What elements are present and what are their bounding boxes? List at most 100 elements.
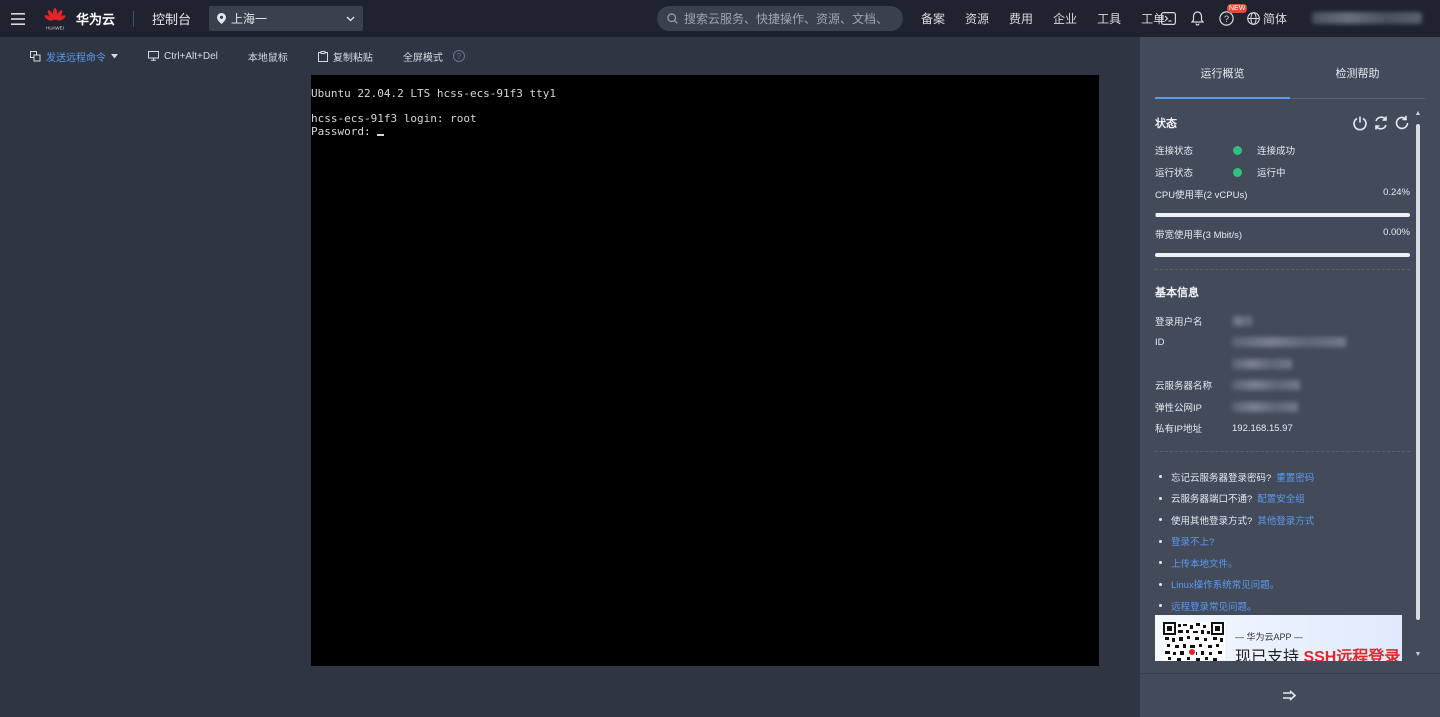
help-text: 使用其他登录方式?	[1171, 515, 1253, 527]
list-item: 使用其他登录方式? 其他登录方式	[1155, 509, 1410, 531]
local-mouse-button[interactable]: 本地鼠标	[248, 49, 288, 64]
header-divider	[133, 10, 135, 27]
banner-caption: — 华为云APP —	[1235, 632, 1303, 642]
top-icons: ? NEW 简体	[1160, 0, 1287, 37]
cloud-shell-icon[interactable]	[1160, 10, 1177, 27]
ctrl-alt-del-label: Ctrl+Alt+Del	[164, 50, 218, 62]
location-pin-icon	[217, 13, 227, 24]
instance-info-panel: 运行概览 检测帮助 ▲ ▼ 状态 连接状态 连接成功 运行状态 运行中 CPU使…	[1140, 37, 1440, 717]
linux-faq-link[interactable]: Linux操作系统常见问题。	[1171, 577, 1279, 591]
upload-file-link[interactable]: 上传本地文件。	[1171, 556, 1238, 570]
send-command-dropdown[interactable]: 发送远程命令	[30, 49, 118, 64]
tab-diagnostics[interactable]: 检测帮助	[1290, 55, 1425, 98]
terminal-line: hcss-ecs-91f3 login: root	[311, 112, 477, 125]
running-dot-icon	[1233, 167, 1242, 177]
eip-value-blurred	[1232, 401, 1298, 412]
console-link[interactable]: 控制台	[152, 9, 191, 28]
local-mouse-label: 本地鼠标	[247, 52, 288, 64]
cpu-usage-label: CPU使用率(2 vCPUs)	[1155, 190, 1248, 201]
cannot-login-link[interactable]: 登录不上?	[1171, 534, 1214, 548]
server-name-row: 云服务器名称	[1155, 375, 1410, 397]
list-item: 上传本地文件。	[1155, 552, 1410, 574]
account-name-blurred[interactable]	[1312, 12, 1422, 24]
panel-footer	[1140, 673, 1440, 717]
ctrl-alt-del-button[interactable]: Ctrl+Alt+Del	[148, 51, 218, 62]
nav-beian[interactable]: 备案	[921, 10, 945, 27]
connection-status-value: 连接成功	[1257, 146, 1296, 157]
vnc-toolbar: 发送远程命令 Ctrl+Alt+Del 本地鼠标 复制粘贴 全屏模式 ?	[0, 37, 1140, 75]
connected-dot-icon	[1233, 145, 1242, 155]
connection-status-row: 连接状态 连接成功	[1155, 139, 1410, 161]
brand-name: 华为云	[76, 12, 116, 27]
question-icon[interactable]: ?	[452, 50, 465, 62]
nav-tools[interactable]: 工具	[1097, 10, 1121, 27]
tab-overview[interactable]: 运行概览	[1155, 55, 1290, 99]
scroll-down-icon[interactable]: ▼	[1414, 651, 1422, 658]
qr-code-icon	[1163, 622, 1225, 661]
app-promo-banner[interactable]: — 华为云APP — 现已支持 SSH远程登录	[1155, 615, 1402, 661]
nav-enterprise[interactable]: 企业	[1053, 10, 1077, 27]
search-icon	[667, 13, 678, 24]
scroll-up-icon[interactable]: ▲	[1414, 110, 1422, 117]
region-selector[interactable]: 上海一	[209, 6, 364, 31]
bandwidth-usage-value: 0.00%	[1383, 227, 1410, 238]
fullscreen-button[interactable]: 全屏模式	[403, 49, 443, 64]
collapse-panel-icon[interactable]	[1283, 690, 1297, 701]
section-divider	[1155, 269, 1410, 270]
server-name-value-blurred	[1232, 380, 1300, 391]
terminal-cursor	[377, 133, 385, 136]
id-value-blurred-2	[1232, 358, 1292, 369]
language-switch[interactable]: 简体	[1247, 10, 1287, 27]
search-input[interactable]	[684, 11, 884, 26]
nav-resources[interactable]: 资源	[965, 10, 989, 27]
copy-paste-button[interactable]: 复制粘贴	[317, 49, 373, 64]
login-user-label: 登录用户名	[1155, 316, 1203, 328]
security-group-link[interactable]: 配置安全组	[1257, 491, 1305, 505]
panel-content: 状态 连接状态 连接成功 运行状态 运行中 CPU使用率(2 vCPUs) 0.…	[1155, 107, 1410, 617]
huawei-logo[interactable]: HUAWEI 华为云	[44, 7, 115, 31]
list-item: 忘记云服务器登录密码? 重置密码	[1155, 466, 1410, 488]
globe-icon	[1247, 12, 1260, 25]
fullscreen-label: 全屏模式	[402, 52, 443, 64]
run-status-value: 运行中	[1257, 168, 1286, 179]
private-ip-row: 私有IP地址 192.168.15.97	[1155, 418, 1410, 440]
panel-scrollbar[interactable]: ▲ ▼	[1414, 110, 1422, 658]
nav-billing[interactable]: 费用	[1009, 10, 1033, 27]
run-status-label: 运行状态	[1155, 168, 1194, 179]
banner-highlight: SSH远程登录	[1303, 649, 1401, 661]
id-value-blurred	[1232, 337, 1346, 348]
menu-icon[interactable]	[0, 0, 36, 37]
remote-login-faq-link[interactable]: 远程登录常见问题。	[1171, 599, 1257, 613]
list-item: 登录不上?	[1155, 531, 1410, 553]
private-ip-label: 私有IP地址	[1155, 424, 1202, 436]
panel-tabs: 运行概览 检测帮助	[1155, 55, 1425, 99]
region-label: 上海一	[231, 12, 268, 26]
login-user-value-blurred	[1232, 315, 1252, 326]
eip-row: 弹性公网IP	[1155, 396, 1410, 418]
private-ip-value: 192.168.15.97	[1232, 422, 1293, 434]
refresh-icon[interactable]	[1394, 115, 1410, 131]
global-search[interactable]	[657, 6, 903, 31]
cpu-usage-bar	[1155, 213, 1410, 217]
list-item: 远程登录常见问题。	[1155, 595, 1410, 617]
top-nav: 备案 资源 费用 企业 工具 工单	[921, 0, 1185, 37]
id-row: ID	[1155, 332, 1410, 354]
chevron-down-icon	[346, 16, 355, 21]
list-item: Linux操作系统常见问题。	[1155, 574, 1410, 596]
other-login-link[interactable]: 其他登录方式	[1257, 513, 1314, 527]
help-text: 忘记云服务器登录密码?	[1171, 472, 1272, 484]
id-row-continued	[1155, 353, 1410, 375]
cpu-usage: CPU使用率(2 vCPUs) 0.24%	[1155, 187, 1410, 201]
notification-bell-icon[interactable]	[1189, 10, 1206, 27]
power-icon[interactable]	[1352, 115, 1368, 131]
svg-text:?: ?	[1224, 14, 1229, 24]
copy-paste-label: 复制粘贴	[332, 52, 373, 64]
login-user-row: 登录用户名	[1155, 310, 1410, 332]
huawei-flower-icon: HUAWEI	[44, 7, 66, 31]
help-center-icon[interactable]: ? NEW	[1218, 4, 1248, 27]
restart-icon[interactable]	[1373, 115, 1389, 131]
connection-status-label: 连接状态	[1155, 146, 1194, 157]
scroll-thumb[interactable]	[1416, 124, 1420, 620]
reset-password-link[interactable]: 重置密码	[1276, 470, 1314, 484]
vnc-terminal-screen[interactable]: Ubuntu 22.04.2 LTS hcss-ecs-91f3 tty1 hc…	[311, 75, 1099, 666]
